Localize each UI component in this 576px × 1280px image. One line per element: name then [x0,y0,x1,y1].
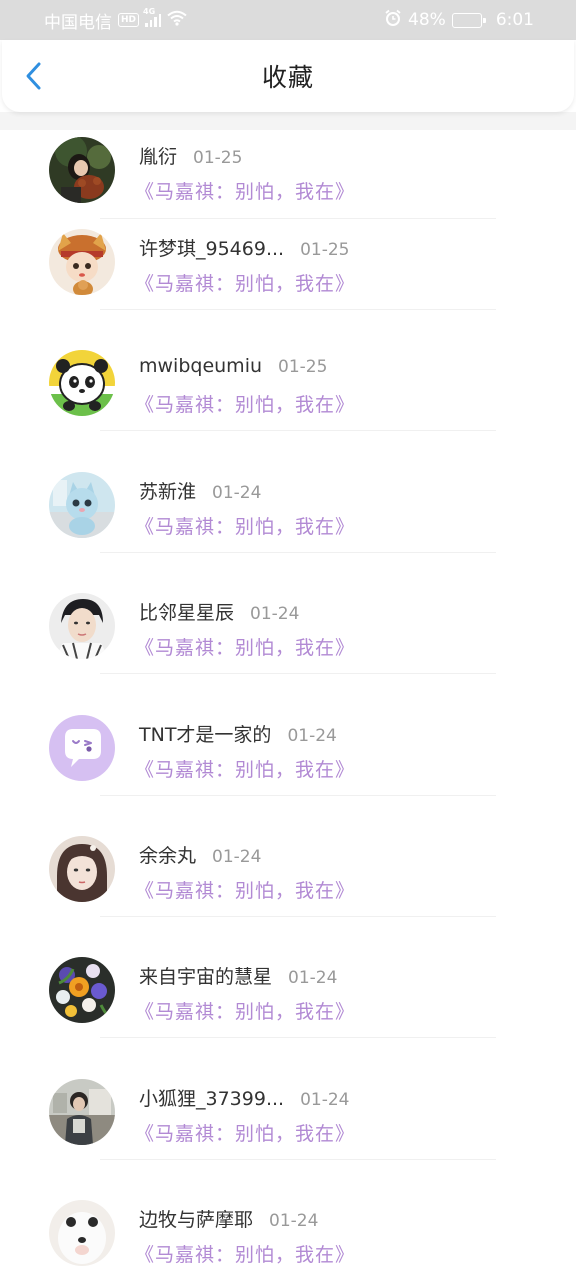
user-name: 小狐狸_37399... [139,1087,285,1110]
favorite-meta: 来自宇宙的慧星 01-24 [139,962,337,989]
list-item[interactable]: TNT才是一家的 01-24 《马嘉祺：别怕，我在》 [0,707,576,828]
list-item[interactable]: 来自宇宙的慧星 01-24 《马嘉祺：别怕，我在》 [0,949,576,1070]
favorite-meta: 边牧与萨摩耶 01-24 [139,1205,318,1232]
list-item[interactable]: mwibqeumiu 01-25 《马嘉祺：别怕，我在》 [0,342,576,463]
avatar[interactable] [49,229,115,295]
clock: 6:01 [495,10,534,30]
avatar[interactable] [49,1078,115,1145]
favorite-date: 01-25 [300,240,350,260]
favorite-title-link[interactable]: 《马嘉祺：别怕，我在》 [135,269,355,296]
list-item[interactable]: 余余丸 01-24 《马嘉祺：别怕，我在》 [0,828,576,949]
favorite-title-link[interactable]: 《马嘉祺：别怕，我在》 [135,633,355,660]
divider [100,673,496,675]
favorite-meta: 胤衍 01-25 [139,142,242,169]
avatar[interactable] [49,835,115,902]
divider [100,915,496,917]
favorite-title-link[interactable]: 《马嘉祺：别怕，我在》 [135,1240,355,1267]
favorites-list: 胤衍 01-25 《马嘉祺：别怕，我在》 许梦琪_95469... 01-25 … [0,130,576,1280]
favorite-meta: 苏新淮 01-24 [139,477,261,504]
divider [100,218,496,219]
avatar[interactable] [49,957,115,1024]
avatar[interactable] [49,593,115,660]
status-left: 中国电信 HD 4G [44,7,187,33]
list-item[interactable]: 许梦琪_95469... 01-25 《马嘉祺：别怕，我在》 [0,221,576,342]
user-name: mwibqeumiu [139,355,263,378]
wifi-icon [167,10,187,31]
favorite-meta: 小狐狸_37399... 01-24 [139,1084,349,1111]
favorite-date: 01-24 [288,968,338,989]
divider [100,1158,496,1160]
back-button[interactable] [20,62,48,90]
user-name: 边牧与萨摩耶 [139,1209,254,1232]
favorite-meta: mwibqeumiu 01-25 [139,355,327,377]
battery-icon [451,12,486,28]
favorite-title-link[interactable]: 《马嘉祺：别怕，我在》 [135,876,355,903]
favorite-date: 01-25 [278,357,328,378]
list-item[interactable]: 胤衍 01-25 《马嘉祺：别怕，我在》 [0,130,576,221]
user-name: TNT才是一家的 [139,723,272,746]
divider [100,794,496,796]
favorite-date: 01-24 [269,1211,319,1232]
favorite-meta: 许梦琪_95469... 01-25 [139,234,349,261]
divider [100,1037,496,1039]
status-right: 48% 6:01 [384,9,534,32]
favorite-date: 01-24 [300,1089,350,1110]
page-title: 收藏 [261,63,314,92]
user-name: 胤衍 [139,146,178,168]
separator-band [0,112,576,130]
favorite-title-link[interactable]: 《马嘉祺：别怕，我在》 [135,390,355,417]
avatar[interactable] [49,471,115,538]
carrier-label: 中国电信 [44,12,112,33]
avatar[interactable] [49,350,115,417]
alarm-icon [384,9,402,32]
avatar[interactable] [49,1200,115,1267]
avatar[interactable] [49,714,115,781]
user-name: 许梦琪_95469... [139,238,285,260]
battery-percent: 48% [408,10,446,30]
user-name: 比邻星星辰 [139,602,235,625]
favorite-title-link[interactable]: 《马嘉祺：别怕，我在》 [135,997,355,1024]
favorite-date: 01-24 [250,604,300,625]
favorite-meta: TNT才是一家的 01-24 [139,720,337,747]
divider [100,551,496,553]
favorite-date: 01-24 [212,846,262,867]
favorite-title-link[interactable]: 《马嘉祺：别怕，我在》 [135,1119,355,1146]
header: 收藏 [2,40,574,112]
chevron-left-icon [26,62,41,90]
favorite-meta: 余余丸 01-24 [139,841,261,868]
hd-icon: HD [118,13,140,27]
status-bar: 中国电信 HD 4G 48% 6:01 [0,0,576,40]
favorite-date: 01-24 [287,725,337,746]
favorite-meta: 比邻星星辰 01-24 [139,598,299,625]
list-item[interactable]: 苏新淮 01-24 《马嘉祺：别怕，我在》 [0,464,576,585]
network-type-label: 4G [143,7,156,16]
list-item[interactable]: 小狐狸_37399... 01-24 《马嘉祺：别怕，我在》 [0,1071,576,1192]
signal-icon: 4G [143,7,162,27]
favorite-date: 01-24 [212,482,262,503]
favorite-date: 01-25 [193,148,243,168]
divider [100,430,496,432]
user-name: 余余丸 [139,844,197,867]
list-item[interactable]: 比邻星星辰 01-24 《马嘉祺：别怕，我在》 [0,585,576,706]
avatar[interactable] [49,137,115,203]
favorite-title-link[interactable]: 《马嘉祺：别怕，我在》 [135,512,355,539]
divider [100,309,496,310]
list-item[interactable]: 边牧与萨摩耶 01-24 《马嘉祺：别怕，我在》 [0,1192,576,1280]
user-name: 来自宇宙的慧星 [139,966,273,989]
user-name: 苏新淮 [139,480,197,503]
favorite-title-link[interactable]: 《马嘉祺：别怕，我在》 [135,177,355,204]
favorite-title-link[interactable]: 《马嘉祺：别怕，我在》 [135,755,355,782]
